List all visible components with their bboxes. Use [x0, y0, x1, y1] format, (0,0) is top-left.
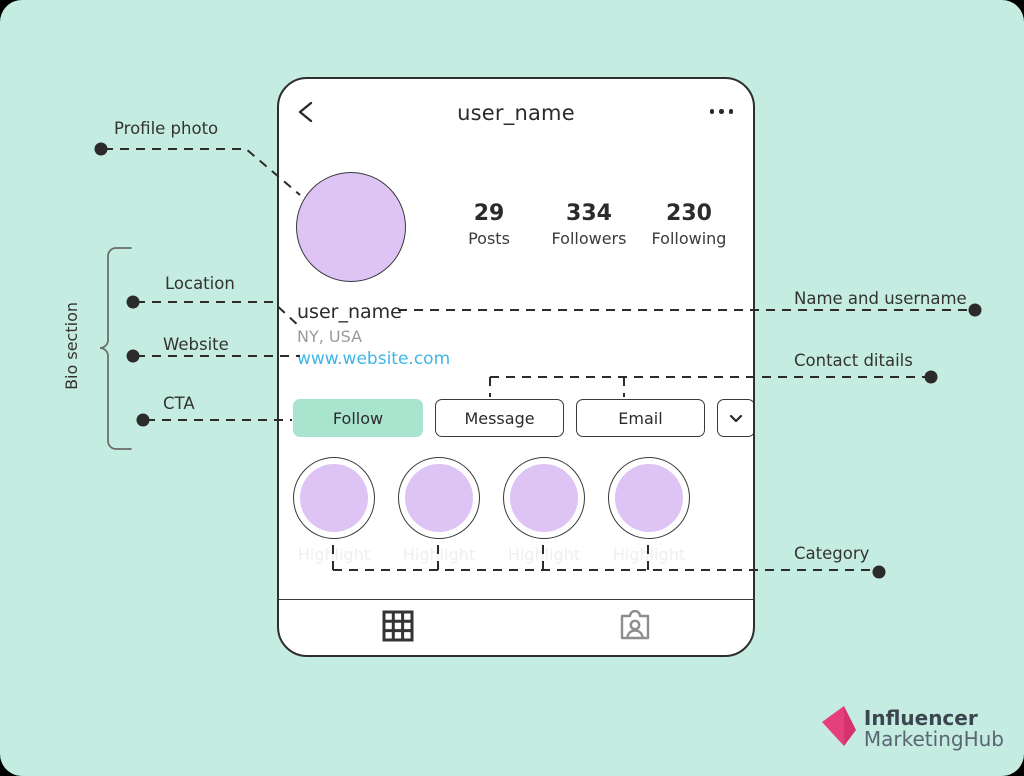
- stat-label: Posts: [468, 229, 510, 248]
- action-button-row: Follow Message Email: [293, 399, 753, 437]
- infographic-canvas: user_name 29 Posts 334 Followers 230 Fol…: [0, 0, 1024, 776]
- highlight-ring: [398, 457, 480, 539]
- bio-display-name: user_name: [297, 301, 402, 323]
- stat-posts[interactable]: 29 Posts: [439, 201, 539, 248]
- annotation-label-contact-details: Contact ditails: [794, 351, 913, 370]
- chevron-down-icon: [728, 409, 744, 428]
- annotation-dot: [94, 142, 108, 156]
- highlight-item[interactable]: Highlight: [503, 457, 585, 564]
- stat-value: 334: [566, 201, 612, 226]
- annotation-label-cta: CTA: [163, 394, 195, 413]
- nav-grid-tab[interactable]: [279, 600, 516, 655]
- nav-tagged-tab[interactable]: [516, 600, 753, 655]
- highlight-ring: [608, 457, 690, 539]
- story-highlights-row: Highlight Highlight Highlight Highlight: [293, 457, 690, 564]
- annotation-label-location: Location: [165, 274, 235, 293]
- highlight-ring: [503, 457, 585, 539]
- message-button[interactable]: Message: [435, 399, 564, 437]
- phone-mockup: user_name 29 Posts 334 Followers 230 Fol…: [277, 77, 755, 657]
- bottom-navigation: [279, 599, 753, 655]
- page-title: user_name: [457, 101, 575, 125]
- stat-value: 230: [666, 201, 712, 226]
- highlight-item[interactable]: Highlight: [608, 457, 690, 564]
- highlight-label: Highlight: [507, 545, 581, 564]
- annotation-dot: [136, 413, 150, 427]
- annotation-label-name-username: Name and username: [794, 289, 967, 308]
- brand-logo: Influencer MarketingHub: [820, 704, 1004, 754]
- annotation-dot: [924, 370, 938, 384]
- stats-row: 29 Posts 334 Followers 230 Following: [439, 201, 739, 248]
- highlight-label: Highlight: [612, 545, 686, 564]
- stat-label: Followers: [551, 229, 627, 248]
- three-dots-icon[interactable]: [709, 109, 733, 114]
- bio-location: NY, USA: [297, 327, 363, 346]
- highlight-item[interactable]: Highlight: [293, 457, 375, 564]
- annotation-dot: [126, 349, 140, 363]
- annotation-dot: [126, 295, 140, 309]
- more-options-button[interactable]: [717, 399, 753, 437]
- profile-header: user_name: [279, 79, 753, 141]
- annotation-label-website: Website: [163, 335, 229, 354]
- stat-value: 29: [473, 201, 505, 226]
- email-button[interactable]: Email: [576, 399, 705, 437]
- annotation-label-bio-section: Bio section: [62, 302, 81, 390]
- annotation-dot: [872, 565, 886, 579]
- annotation-dot: [968, 303, 982, 317]
- bio-section: user_name NY, USA www.website.com: [297, 301, 450, 369]
- stat-followers[interactable]: 334 Followers: [539, 201, 639, 248]
- grid-icon: [382, 610, 414, 646]
- bio-website-link[interactable]: www.website.com: [297, 349, 450, 369]
- highlight-label: Highlight: [402, 545, 476, 564]
- tagged-user-icon: [619, 609, 651, 646]
- annotation-label-category: Category: [794, 544, 870, 563]
- stat-following[interactable]: 230 Following: [639, 201, 739, 248]
- logo-line-2a: Marketing: [863, 727, 964, 751]
- logo-line-2b: Hub: [963, 727, 1004, 751]
- highlight-ring: [293, 457, 375, 539]
- highlight-item[interactable]: Highlight: [398, 457, 480, 564]
- highlight-label: Highlight: [297, 545, 371, 564]
- follow-button[interactable]: Follow: [293, 399, 423, 437]
- annotation-label-profile-photo: Profile photo: [114, 119, 219, 138]
- stat-label: Following: [651, 229, 727, 248]
- logo-arrow-icon: [820, 704, 860, 754]
- avatar[interactable]: [296, 172, 406, 282]
